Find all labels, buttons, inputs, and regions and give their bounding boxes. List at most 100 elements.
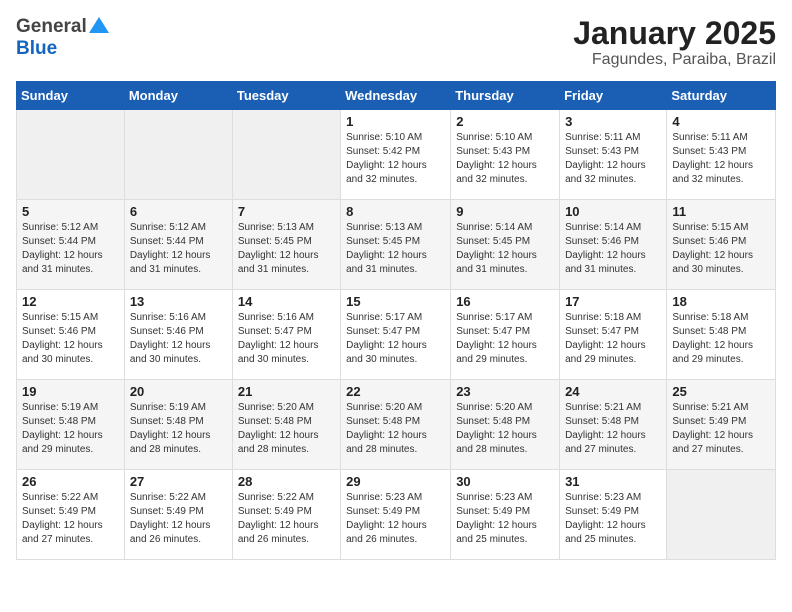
day-detail: Sunrise: 5:18 AM Sunset: 5:48 PM Dayligh…	[672, 311, 770, 367]
weekday-header-friday: Friday	[560, 82, 667, 110]
day-number: 3	[565, 114, 661, 129]
day-number: 20	[130, 384, 227, 399]
calendar-cell: 6 Sunrise: 5:12 AM Sunset: 5:44 PM Daylig…	[124, 200, 232, 290]
weekday-header-monday: Monday	[124, 82, 232, 110]
calendar-cell: 30 Sunrise: 5:23 AM Sunset: 5:49 PM Dayli…	[451, 470, 560, 560]
calendar-cell: 5 Sunrise: 5:12 AM Sunset: 5:44 PM Daylig…	[17, 200, 125, 290]
title-section: January 2025 Fagundes, Paraiba, Brazil	[573, 16, 776, 69]
day-detail: Sunrise: 5:22 AM Sunset: 5:49 PM Dayligh…	[130, 491, 227, 547]
day-number: 27	[130, 474, 227, 489]
weekday-header-thursday: Thursday	[451, 82, 560, 110]
day-number: 24	[565, 384, 661, 399]
day-detail: Sunrise: 5:22 AM Sunset: 5:49 PM Dayligh…	[238, 491, 335, 547]
calendar-cell: 1 Sunrise: 5:10 AM Sunset: 5:42 PM Daylig…	[341, 110, 451, 200]
calendar-week-row: 5 Sunrise: 5:12 AM Sunset: 5:44 PM Daylig…	[17, 200, 776, 290]
calendar-cell: 28 Sunrise: 5:22 AM Sunset: 5:49 PM Dayli…	[232, 470, 340, 560]
day-number: 31	[565, 474, 661, 489]
calendar-cell	[667, 470, 776, 560]
day-detail: Sunrise: 5:23 AM Sunset: 5:49 PM Dayligh…	[346, 491, 445, 547]
calendar-table: SundayMondayTuesdayWednesdayThursdayFrid…	[16, 81, 776, 560]
calendar-cell: 4Sunrise: 5:11 AM Sunset: 5:43 PM Daylig…	[667, 110, 776, 200]
day-detail: Sunrise: 5:20 AM Sunset: 5:48 PM Dayligh…	[346, 401, 445, 457]
day-number: 30	[456, 474, 554, 489]
day-number: 8	[346, 204, 445, 219]
day-number: 22	[346, 384, 445, 399]
calendar-cell: 13Sunrise: 5:16 AM Sunset: 5:46 PM Dayli…	[124, 290, 232, 380]
calendar-cell: 24 Sunrise: 5:21 AM Sunset: 5:48 PM Dayli…	[560, 380, 667, 470]
calendar-subtitle: Fagundes, Paraiba, Brazil	[573, 51, 776, 69]
day-number: 15	[346, 294, 445, 309]
calendar-week-row: 19Sunrise: 5:19 AM Sunset: 5:48 PM Dayli…	[17, 380, 776, 470]
day-detail: Sunrise: 5:19 AM Sunset: 5:48 PM Dayligh…	[22, 401, 119, 457]
day-detail: Sunrise: 5:17 AM Sunset: 5:47 PM Dayligh…	[346, 311, 445, 367]
calendar-cell: 11 Sunrise: 5:15 AM Sunset: 5:46 PM Dayli…	[667, 200, 776, 290]
day-number: 1	[346, 114, 445, 129]
day-number: 7	[238, 204, 335, 219]
day-detail: Sunrise: 5:21 AM Sunset: 5:48 PM Dayligh…	[565, 401, 661, 457]
day-detail: Sunrise: 5:13 AM Sunset: 5:45 PM Dayligh…	[346, 221, 445, 277]
day-number: 5	[22, 204, 119, 219]
page-header: General Blue January 2025 Fagundes, Para…	[16, 16, 776, 69]
logo: General Blue	[16, 16, 109, 60]
calendar-cell: 10 Sunrise: 5:14 AM Sunset: 5:46 PM Dayli…	[560, 200, 667, 290]
calendar-title: January 2025	[573, 16, 776, 51]
day-number: 9	[456, 204, 554, 219]
day-number: 14	[238, 294, 335, 309]
calendar-cell	[232, 110, 340, 200]
calendar-cell: 14Sunrise: 5:16 AM Sunset: 5:47 PM Dayli…	[232, 290, 340, 380]
calendar-cell: 19Sunrise: 5:19 AM Sunset: 5:48 PM Dayli…	[17, 380, 125, 470]
day-detail: Sunrise: 5:19 AM Sunset: 5:48 PM Dayligh…	[130, 401, 227, 457]
logo-general-text: General	[16, 16, 87, 38]
day-number: 21	[238, 384, 335, 399]
calendar-cell: 21Sunrise: 5:20 AM Sunset: 5:48 PM Dayli…	[232, 380, 340, 470]
day-number: 13	[130, 294, 227, 309]
day-detail: Sunrise: 5:20 AM Sunset: 5:48 PM Dayligh…	[456, 401, 554, 457]
day-detail: Sunrise: 5:15 AM Sunset: 5:46 PM Dayligh…	[22, 311, 119, 367]
calendar-cell: 18 Sunrise: 5:18 AM Sunset: 5:48 PM Dayli…	[667, 290, 776, 380]
weekday-header-saturday: Saturday	[667, 82, 776, 110]
day-number: 26	[22, 474, 119, 489]
calendar-week-row: 1 Sunrise: 5:10 AM Sunset: 5:42 PM Daylig…	[17, 110, 776, 200]
day-number: 29	[346, 474, 445, 489]
calendar-week-row: 12 Sunrise: 5:15 AM Sunset: 5:46 PM Dayli…	[17, 290, 776, 380]
calendar-cell	[17, 110, 125, 200]
calendar-cell: 20 Sunrise: 5:19 AM Sunset: 5:48 PM Dayli…	[124, 380, 232, 470]
calendar-cell: 7 Sunrise: 5:13 AM Sunset: 5:45 PM Daylig…	[232, 200, 340, 290]
day-number: 4	[672, 114, 770, 129]
day-number: 17	[565, 294, 661, 309]
calendar-week-row: 26 Sunrise: 5:22 AM Sunset: 5:49 PM Dayli…	[17, 470, 776, 560]
day-number: 12	[22, 294, 119, 309]
day-detail: Sunrise: 5:13 AM Sunset: 5:45 PM Dayligh…	[238, 221, 335, 277]
day-number: 2	[456, 114, 554, 129]
calendar-cell: 16 Sunrise: 5:17 AM Sunset: 5:47 PM Dayli…	[451, 290, 560, 380]
calendar-cell: 17 Sunrise: 5:18 AM Sunset: 5:47 PM Dayli…	[560, 290, 667, 380]
calendar-cell: 12 Sunrise: 5:15 AM Sunset: 5:46 PM Dayli…	[17, 290, 125, 380]
day-detail: Sunrise: 5:12 AM Sunset: 5:44 PM Dayligh…	[130, 221, 227, 277]
day-detail: Sunrise: 5:17 AM Sunset: 5:47 PM Dayligh…	[456, 311, 554, 367]
calendar-cell: 31Sunrise: 5:23 AM Sunset: 5:49 PM Dayli…	[560, 470, 667, 560]
day-number: 28	[238, 474, 335, 489]
day-detail: Sunrise: 5:23 AM Sunset: 5:49 PM Dayligh…	[456, 491, 554, 547]
day-number: 18	[672, 294, 770, 309]
calendar-cell: 9Sunrise: 5:14 AM Sunset: 5:45 PM Daylig…	[451, 200, 560, 290]
day-detail: Sunrise: 5:15 AM Sunset: 5:46 PM Dayligh…	[672, 221, 770, 277]
day-number: 25	[672, 384, 770, 399]
calendar-cell: 2Sunrise: 5:10 AM Sunset: 5:43 PM Daylig…	[451, 110, 560, 200]
day-detail: Sunrise: 5:18 AM Sunset: 5:47 PM Dayligh…	[565, 311, 661, 367]
day-detail: Sunrise: 5:22 AM Sunset: 5:49 PM Dayligh…	[22, 491, 119, 547]
day-detail: Sunrise: 5:14 AM Sunset: 5:46 PM Dayligh…	[565, 221, 661, 277]
calendar-cell: 8 Sunrise: 5:13 AM Sunset: 5:45 PM Daylig…	[341, 200, 451, 290]
calendar-cell	[124, 110, 232, 200]
calendar-cell: 29 Sunrise: 5:23 AM Sunset: 5:49 PM Dayli…	[341, 470, 451, 560]
day-number: 11	[672, 204, 770, 219]
day-number: 6	[130, 204, 227, 219]
day-detail: Sunrise: 5:12 AM Sunset: 5:44 PM Dayligh…	[22, 221, 119, 277]
day-detail: Sunrise: 5:10 AM Sunset: 5:42 PM Dayligh…	[346, 131, 445, 187]
logo-blue-text: Blue	[16, 38, 57, 60]
day-detail: Sunrise: 5:21 AM Sunset: 5:49 PM Dayligh…	[672, 401, 770, 457]
day-number: 16	[456, 294, 554, 309]
calendar-cell: 15 Sunrise: 5:17 AM Sunset: 5:47 PM Dayli…	[341, 290, 451, 380]
weekday-header-tuesday: Tuesday	[232, 82, 340, 110]
calendar-cell: 23Sunrise: 5:20 AM Sunset: 5:48 PM Dayli…	[451, 380, 560, 470]
day-number: 10	[565, 204, 661, 219]
